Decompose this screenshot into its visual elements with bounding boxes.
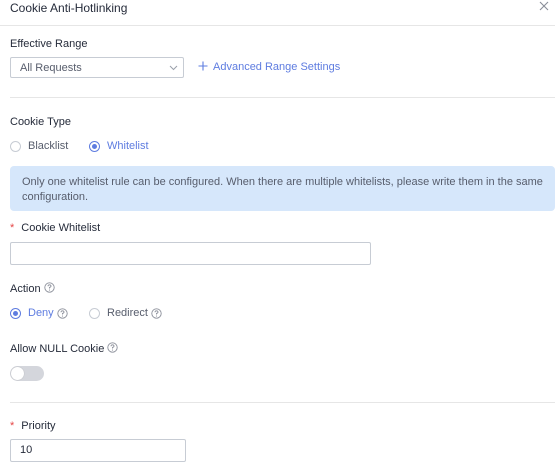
effective-range-label: Effective Range <box>10 38 88 50</box>
effective-range-select[interactable]: All Requests <box>10 57 184 78</box>
advanced-range-settings-label: Advanced Range Settings <box>213 61 341 73</box>
priority-input[interactable]: 10 <box>10 439 186 462</box>
action-radio-deny[interactable]: Deny <box>10 307 68 319</box>
action-label: Action <box>10 282 55 295</box>
allow-null-cookie-label-text: Allow NULL Cookie <box>10 343 105 355</box>
radio-button <box>89 307 100 319</box>
action-radio-redirect[interactable]: Redirect <box>89 307 162 319</box>
advanced-range-settings-link[interactable]: Advanced Range Settings <box>198 61 340 73</box>
help-icon[interactable] <box>57 307 68 319</box>
required-mark: * <box>10 420 15 432</box>
cookie-type-label: Cookie Type <box>10 116 71 128</box>
effective-range-value: All Requests <box>20 62 82 74</box>
plus-icon <box>198 61 208 71</box>
radio-button <box>89 140 100 152</box>
allow-null-cookie-label: Allow NULL Cookie <box>10 342 119 355</box>
radio-button <box>10 307 21 319</box>
cookie-whitelist-label-text: Cookie Whitelist <box>21 222 101 234</box>
radio-label: Redirect <box>107 307 148 319</box>
priority-value: 10 <box>20 444 33 456</box>
section-divider <box>10 402 555 403</box>
allow-null-cookie-toggle[interactable] <box>10 366 44 381</box>
action-label-text: Action <box>10 283 41 295</box>
info-text: Only one whitelist rule can be configure… <box>22 176 543 203</box>
chevron-down-icon <box>169 65 178 71</box>
whitelist-info-banner: Only one whitelist rule can be configure… <box>10 166 555 211</box>
cookie-whitelist-input[interactable] <box>10 242 371 265</box>
help-icon[interactable] <box>43 282 55 293</box>
required-mark: * <box>10 222 15 234</box>
priority-label: * Priority <box>10 420 56 432</box>
cookie-type-radio-blacklist[interactable]: Blacklist <box>10 140 68 152</box>
close-icon[interactable] <box>537 0 551 13</box>
dialog-header: Cookie Anti-Hotlinking <box>0 0 555 26</box>
help-icon[interactable] <box>151 307 162 319</box>
dialog-title: Cookie Anti-Hotlinking <box>10 1 128 15</box>
radio-label: Deny <box>28 307 54 319</box>
radio-label: Blacklist <box>28 140 69 152</box>
toggle-knob <box>11 367 24 380</box>
priority-label-text: Priority <box>21 420 56 432</box>
section-divider <box>10 97 555 98</box>
cookie-type-radio-whitelist[interactable]: Whitelist <box>89 140 149 152</box>
radio-button <box>10 140 21 152</box>
cookie-whitelist-label: * Cookie Whitelist <box>10 222 100 234</box>
help-icon[interactable] <box>107 342 119 353</box>
radio-label: Whitelist <box>107 140 149 152</box>
